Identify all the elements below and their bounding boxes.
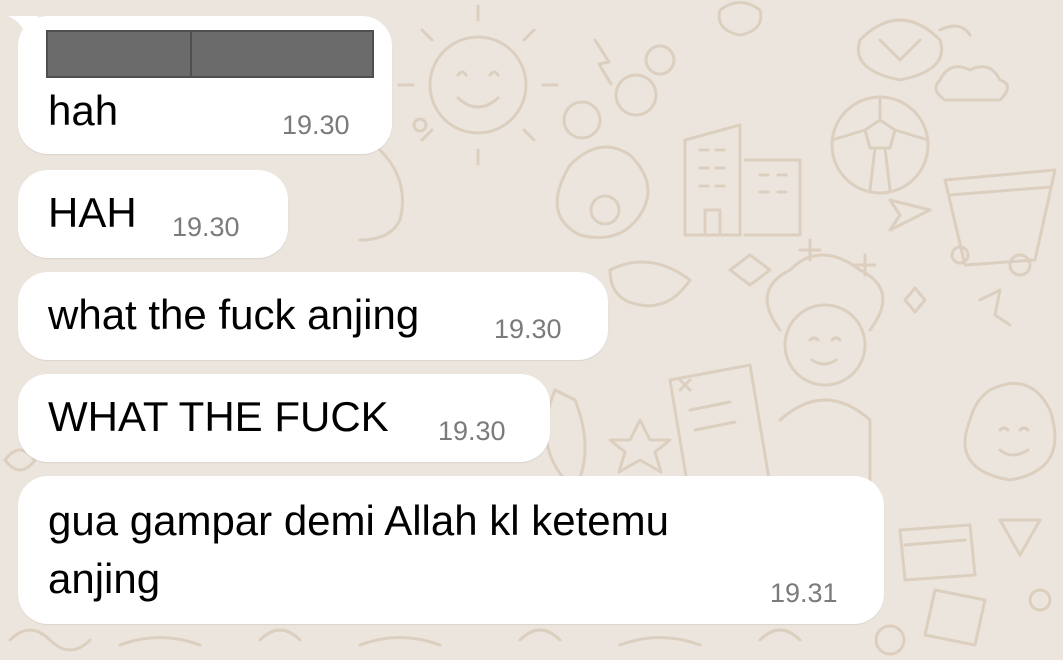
message-text-line-1: gua gampar demi Allah kl ketemu	[48, 497, 669, 544]
redacted-quote-block	[190, 30, 374, 78]
incoming-message-bubble[interactable]: gua gampar demi Allah kl ketemu anjing 1…	[18, 476, 884, 624]
ring-doodle-icon	[644, 44, 676, 76]
diamond-doodle-icon	[903, 286, 927, 314]
lightning-doodle-icon-2	[978, 288, 1012, 327]
person-doodle-icon	[765, 253, 885, 482]
photo-doodle-icon	[923, 588, 987, 647]
incoming-message-bubble[interactable]: WHAT THE FUCK 19.30	[18, 374, 550, 462]
lightning-doodle-icon	[593, 38, 613, 86]
incoming-message-bubble[interactable]: what the fuck anjing 19.30	[18, 272, 608, 360]
incoming-message-bubble[interactable]: HAH 19.30	[18, 170, 288, 258]
frame-doodle-icon	[898, 523, 977, 582]
avocado-doodle-icon	[963, 381, 1057, 482]
paper-plane-doodle-icon	[888, 198, 932, 232]
message-text-line-2: anjing	[48, 555, 161, 602]
bottom-pattern-doodle-icon	[8, 628, 802, 652]
glasses-doodle-icon	[614, 73, 658, 117]
message-text: what the fuck anjing	[48, 291, 420, 338]
message-text: hah	[48, 87, 119, 134]
sun-doodle-icon	[397, 4, 559, 166]
face-doodle-icon	[717, 1, 763, 37]
message-timestamp: 19.30	[282, 110, 350, 140]
bubble-tail-icon	[8, 16, 38, 36]
dice-doodle-icon	[728, 253, 772, 287]
cloud-doodle-icon	[934, 65, 1009, 102]
message-timestamp: 19.30	[438, 416, 506, 446]
incoming-message-bubble[interactable]: hah 19.30	[8, 16, 392, 154]
leaf-doodle-icon	[544, 388, 587, 492]
message-timestamp: 19.30	[172, 212, 240, 242]
triangle-doodle-icon	[998, 518, 1042, 557]
building-doodle-icon	[683, 123, 802, 237]
redacted-quote-block	[46, 30, 192, 78]
message-timestamp: 19.31	[770, 578, 838, 608]
croissant-doodle-icon	[608, 260, 692, 308]
soccer-ball-doodle-icon	[830, 95, 930, 195]
flower-pot-doodle-icon	[943, 168, 1057, 267]
message-text: WHAT THE FUCK	[48, 393, 389, 440]
turtle-doodle-icon	[857, 18, 972, 82]
star-doodle-icon	[608, 418, 672, 474]
moon-doodle-icon	[358, 148, 404, 242]
message-text: HAH	[48, 189, 137, 236]
message-timestamp: 19.30	[494, 314, 562, 344]
egg-doodle-icon	[555, 145, 650, 239]
